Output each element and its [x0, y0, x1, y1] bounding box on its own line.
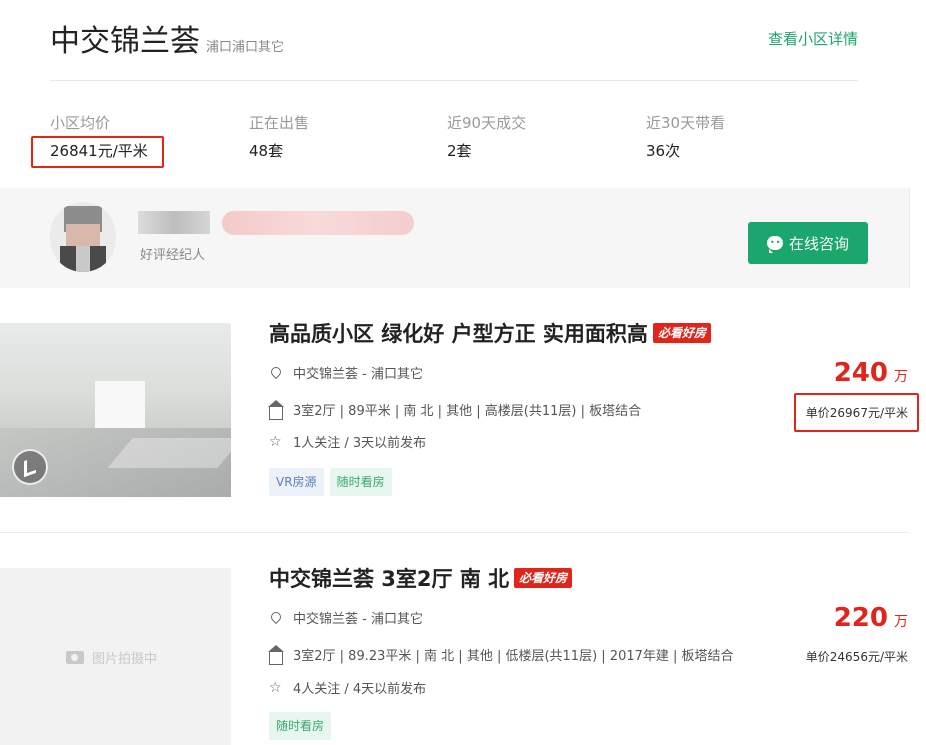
listing-follow-row: ☆ 1人关注 / 3天以前发布	[269, 432, 427, 452]
stat-value: 36次	[646, 142, 681, 160]
listing-follow: 4人关注 / 4天以前发布	[293, 682, 427, 697]
listing-tags: VR房源 随时看房	[269, 468, 398, 496]
house-icon	[268, 644, 284, 665]
listing-photo[interactable]	[0, 323, 231, 497]
header-divider	[50, 80, 858, 81]
listing-price: 220 万	[834, 603, 908, 633]
highlight-box-unit-price	[794, 393, 919, 432]
community-name: 中交锦兰荟	[50, 24, 200, 59]
price-value: 240	[833, 358, 888, 388]
community-detail-link[interactable]: 查看小区详情	[768, 28, 858, 49]
stat-value: 2套	[447, 142, 472, 160]
highlight-box-average-price	[31, 136, 164, 168]
star-icon: ☆	[269, 679, 282, 696]
listing-location-row: 中交锦兰荟 - 浦口其它	[268, 363, 423, 382]
price-value: 220	[833, 603, 888, 633]
location-pin-icon	[268, 609, 284, 625]
chat-icon: •••	[766, 236, 786, 253]
stat-label: 近90天成交	[447, 114, 527, 132]
listing-info-row: 3室2厅 | 89平米 | 南 北 | 其他 | 高楼层(共11层) | 板塔结…	[268, 399, 642, 420]
stat-label: 正在出售	[249, 114, 310, 132]
listing-price: 240 万	[834, 358, 908, 388]
agent-avatar[interactable]	[50, 202, 116, 272]
price-unit: 万	[894, 369, 908, 385]
community-header: 中交锦兰荟 浦口浦口其它	[50, 22, 284, 68]
consult-label: 在线咨询	[788, 234, 849, 253]
listing-title-text: 中交锦兰荟 3室2厅 南 北	[269, 567, 510, 591]
star-icon: ☆	[269, 433, 282, 450]
stat-90day-deals: 近90天成交 2套	[447, 112, 637, 162]
stat-label: 小区均价	[50, 114, 111, 132]
stat-30day-viewings: 近30天带看 36次	[646, 112, 836, 162]
listing-info: 3室2厅 | 89.23平米 | 南 北 | 其他 | 低楼层(共11层) | …	[293, 649, 734, 664]
stat-on-sale: 正在出售 48套	[249, 112, 439, 162]
house-icon	[268, 399, 284, 420]
listing-separator	[0, 532, 909, 533]
tag-viewing: 随时看房	[329, 468, 392, 496]
must-see-badge: 必看好房	[652, 323, 711, 343]
listing-title[interactable]: 高品质小区 绿化好 户型方正 实用面积高 必看好房	[269, 320, 711, 348]
online-consult-button[interactable]: ••• 在线咨询	[748, 222, 868, 264]
tag-viewing: 随时看房	[269, 712, 332, 740]
listing-follow-row: ☆ 4人关注 / 4天以前发布	[269, 678, 427, 698]
must-see-badge: 必看好房	[514, 568, 573, 588]
vr-icon	[12, 449, 48, 485]
stat-value: 48套	[249, 142, 284, 160]
listing-location-row: 中交锦兰荟 - 浦口其它	[268, 608, 423, 627]
price-unit: 万	[894, 614, 908, 630]
agent-role: 好评经纪人	[140, 248, 206, 263]
listing-unit-price: 单价24656元/平米	[805, 650, 908, 664]
listing-title-text: 高品质小区 绿化好 户型方正 实用面积高	[269, 322, 648, 346]
listing-location[interactable]: 中交锦兰荟 - 浦口其它	[293, 363, 423, 382]
tag-vr: VR房源	[269, 468, 324, 496]
listing-location[interactable]: 中交锦兰荟 - 浦口其它	[293, 608, 423, 627]
listing-info-row: 3室2厅 | 89.23平米 | 南 北 | 其他 | 低楼层(共11层) | …	[268, 644, 734, 665]
listing-tags: 随时看房	[269, 712, 337, 740]
community-location: 浦口浦口其它	[206, 40, 285, 55]
listing-title[interactable]: 中交锦兰荟 3室2厅 南 北必看好房	[269, 565, 573, 593]
location-pin-icon	[268, 364, 284, 380]
stat-label: 近30天带看	[646, 114, 726, 132]
camera-icon	[66, 651, 84, 664]
listing-follow: 1人关注 / 3天以前发布	[293, 436, 427, 451]
listing-info: 3室2厅 | 89平米 | 南 北 | 其他 | 高楼层(共11层) | 板塔结…	[293, 404, 642, 419]
listing-photo-placeholder[interactable]: 图片拍摄中	[0, 568, 231, 745]
agent-phone-redacted	[222, 211, 414, 235]
photo-placeholder-text: 图片拍摄中	[92, 652, 158, 667]
agent-name-redacted	[138, 211, 210, 234]
